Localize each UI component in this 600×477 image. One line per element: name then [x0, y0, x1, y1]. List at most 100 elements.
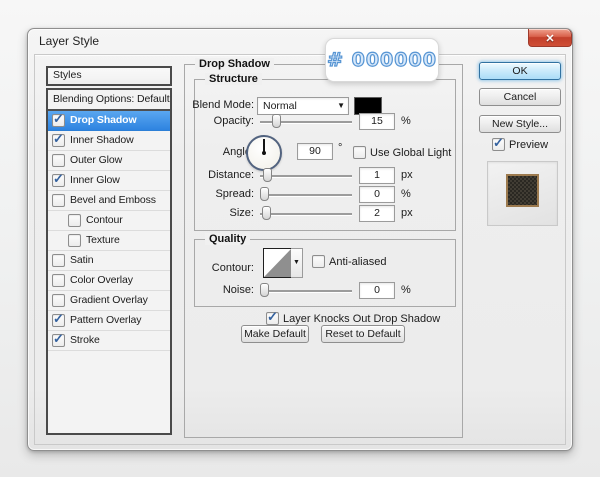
check-icon: ✓ — [53, 331, 64, 347]
check-icon: ✓ — [53, 131, 64, 147]
noise-label: Noise: — [174, 284, 254, 296]
angle-dial[interactable] — [246, 135, 282, 171]
stroke-checkbox[interactable]: ✓ — [52, 334, 65, 347]
spread-slider[interactable] — [260, 186, 352, 203]
layer-knocks-out-checkbox[interactable]: ✓ — [266, 312, 279, 325]
preview-checkbox[interactable]: ✓ — [492, 138, 505, 151]
noise-unit: % — [401, 284, 411, 296]
sidebar-item-label: Gradient Overlay — [70, 294, 148, 306]
noise-slider-thumb[interactable] — [260, 283, 269, 297]
spread-label: Spread: — [174, 188, 254, 200]
angle-unit: ° — [338, 142, 342, 154]
size-label: Size: — [174, 207, 254, 219]
styles-list: Blending Options: Default ✓ Drop Shadow … — [46, 88, 172, 435]
sidebar-item-label: Bevel and Emboss — [70, 194, 156, 206]
sidebar-item-blending-options[interactable]: Blending Options: Default — [48, 90, 170, 111]
distance-input[interactable]: 1 — [359, 167, 395, 184]
sidebar-item-gradient-overlay[interactable]: ✓ Gradient Overlay — [48, 291, 170, 311]
angle-label: Angle: — [174, 146, 254, 158]
distance-slider[interactable] — [260, 167, 352, 184]
styles-header: Styles — [46, 66, 172, 86]
distance-unit: px — [401, 169, 413, 181]
chevron-down-icon: ▼ — [337, 101, 345, 110]
texture-checkbox[interactable]: ✓ — [68, 234, 81, 247]
sidebar-item-label: Stroke — [70, 334, 100, 346]
size-slider-thumb[interactable] — [262, 206, 271, 220]
noise-slider[interactable] — [260, 282, 352, 299]
sidebar-item-satin[interactable]: ✓ Satin — [48, 251, 170, 271]
slider-track — [260, 213, 352, 215]
opacity-slider-thumb[interactable] — [272, 114, 281, 128]
sidebar-item-pattern-overlay[interactable]: ✓ Pattern Overlay — [48, 311, 170, 331]
opacity-label: Opacity: — [174, 115, 254, 127]
sidebar-item-inner-glow[interactable]: ✓ Inner Glow — [48, 171, 170, 191]
opacity-unit: % — [401, 115, 411, 127]
sidebar-item-drop-shadow[interactable]: ✓ Drop Shadow — [48, 111, 170, 131]
styles-header-label: Styles — [53, 69, 82, 81]
quality-group-title: Quality — [205, 233, 250, 245]
blend-mode-label: Blend Mode: — [174, 99, 254, 111]
size-slider[interactable] — [260, 205, 352, 222]
anti-aliased-label: Anti-aliased — [329, 256, 386, 268]
sidebar-item-outer-glow[interactable]: ✓ Outer Glow — [48, 151, 170, 171]
sidebar-item-color-overlay[interactable]: ✓ Color Overlay — [48, 271, 170, 291]
contour-thumbnail[interactable] — [263, 248, 292, 278]
use-global-light-label: Use Global Light — [370, 147, 451, 159]
drop-shadow-checkbox[interactable]: ✓ — [52, 114, 65, 127]
preview-pattern-swatch — [506, 174, 539, 207]
sidebar-item-label: Inner Glow — [70, 174, 120, 186]
gradient-overlay-checkbox[interactable]: ✓ — [52, 294, 65, 307]
sidebar-item-bevel-and-emboss[interactable]: ✓ Bevel and Emboss — [48, 191, 170, 211]
cancel-button[interactable]: Cancel — [479, 88, 561, 106]
close-button[interactable]: ✕ — [528, 29, 572, 47]
sidebar-item-label: Texture — [86, 234, 120, 246]
spread-slider-thumb[interactable] — [260, 187, 269, 201]
distance-slider-thumb[interactable] — [263, 168, 272, 182]
anti-aliased-checkbox[interactable]: ✓ — [312, 255, 325, 268]
layer-knocks-out-label: Layer Knocks Out Drop Shadow — [283, 313, 440, 325]
contour-checkbox[interactable]: ✓ — [68, 214, 81, 227]
sidebar-item-label: Contour — [86, 214, 123, 226]
make-default-button[interactable]: Make Default — [241, 325, 309, 343]
bevel-emboss-checkbox[interactable]: ✓ — [52, 194, 65, 207]
close-icon: ✕ — [545, 33, 554, 45]
sidebar-item-inner-shadow[interactable]: ✓ Inner Shadow — [48, 131, 170, 151]
new-style-button[interactable]: New Style... — [479, 115, 561, 133]
use-global-light-checkbox[interactable]: ✓ — [353, 146, 366, 159]
sidebar-item-label: Inner Shadow — [70, 134, 134, 146]
blend-mode-value: Normal — [263, 100, 297, 112]
check-icon: ✓ — [53, 311, 64, 327]
slider-track — [260, 290, 352, 292]
opacity-input[interactable]: 15 — [359, 113, 395, 130]
satin-checkbox[interactable]: ✓ — [52, 254, 65, 267]
contour-dropdown-button[interactable]: ▼ — [291, 248, 303, 278]
size-unit: px — [401, 207, 413, 219]
sidebar-item-label: Blending Options: Default — [53, 93, 170, 105]
angle-input[interactable]: 90 — [297, 143, 333, 160]
sidebar-item-texture[interactable]: ✓ Texture — [48, 231, 170, 251]
slider-track — [260, 194, 352, 196]
desktop-background: Layer Style ✕ Styles Blending Options: D… — [0, 0, 600, 477]
noise-input[interactable]: 0 — [359, 282, 395, 299]
slider-track — [260, 175, 352, 177]
opacity-slider[interactable] — [260, 113, 352, 130]
contour-label: Contour: — [174, 262, 254, 274]
drop-shadow-group-title: Drop Shadow — [195, 58, 274, 70]
check-icon: ✓ — [493, 135, 504, 151]
hex-color-tooltip: # 000000 — [325, 38, 439, 82]
size-input[interactable]: 2 — [359, 205, 395, 222]
preview-thumbnail — [487, 161, 558, 226]
inner-glow-checkbox[interactable]: ✓ — [52, 174, 65, 187]
spread-input[interactable]: 0 — [359, 186, 395, 203]
ok-button[interactable]: OK — [479, 62, 561, 80]
sidebar-item-stroke[interactable]: ✓ Stroke — [48, 331, 170, 351]
pattern-overlay-checkbox[interactable]: ✓ — [52, 314, 65, 327]
spread-unit: % — [401, 188, 411, 200]
sidebar-item-contour[interactable]: ✓ Contour — [48, 211, 170, 231]
color-overlay-checkbox[interactable]: ✓ — [52, 274, 65, 287]
inner-shadow-checkbox[interactable]: ✓ — [52, 134, 65, 147]
sidebar-item-label: Outer Glow — [70, 154, 122, 166]
reset-to-default-button[interactable]: Reset to Default — [321, 325, 405, 343]
sidebar-item-label: Satin — [70, 254, 93, 266]
outer-glow-checkbox[interactable]: ✓ — [52, 154, 65, 167]
